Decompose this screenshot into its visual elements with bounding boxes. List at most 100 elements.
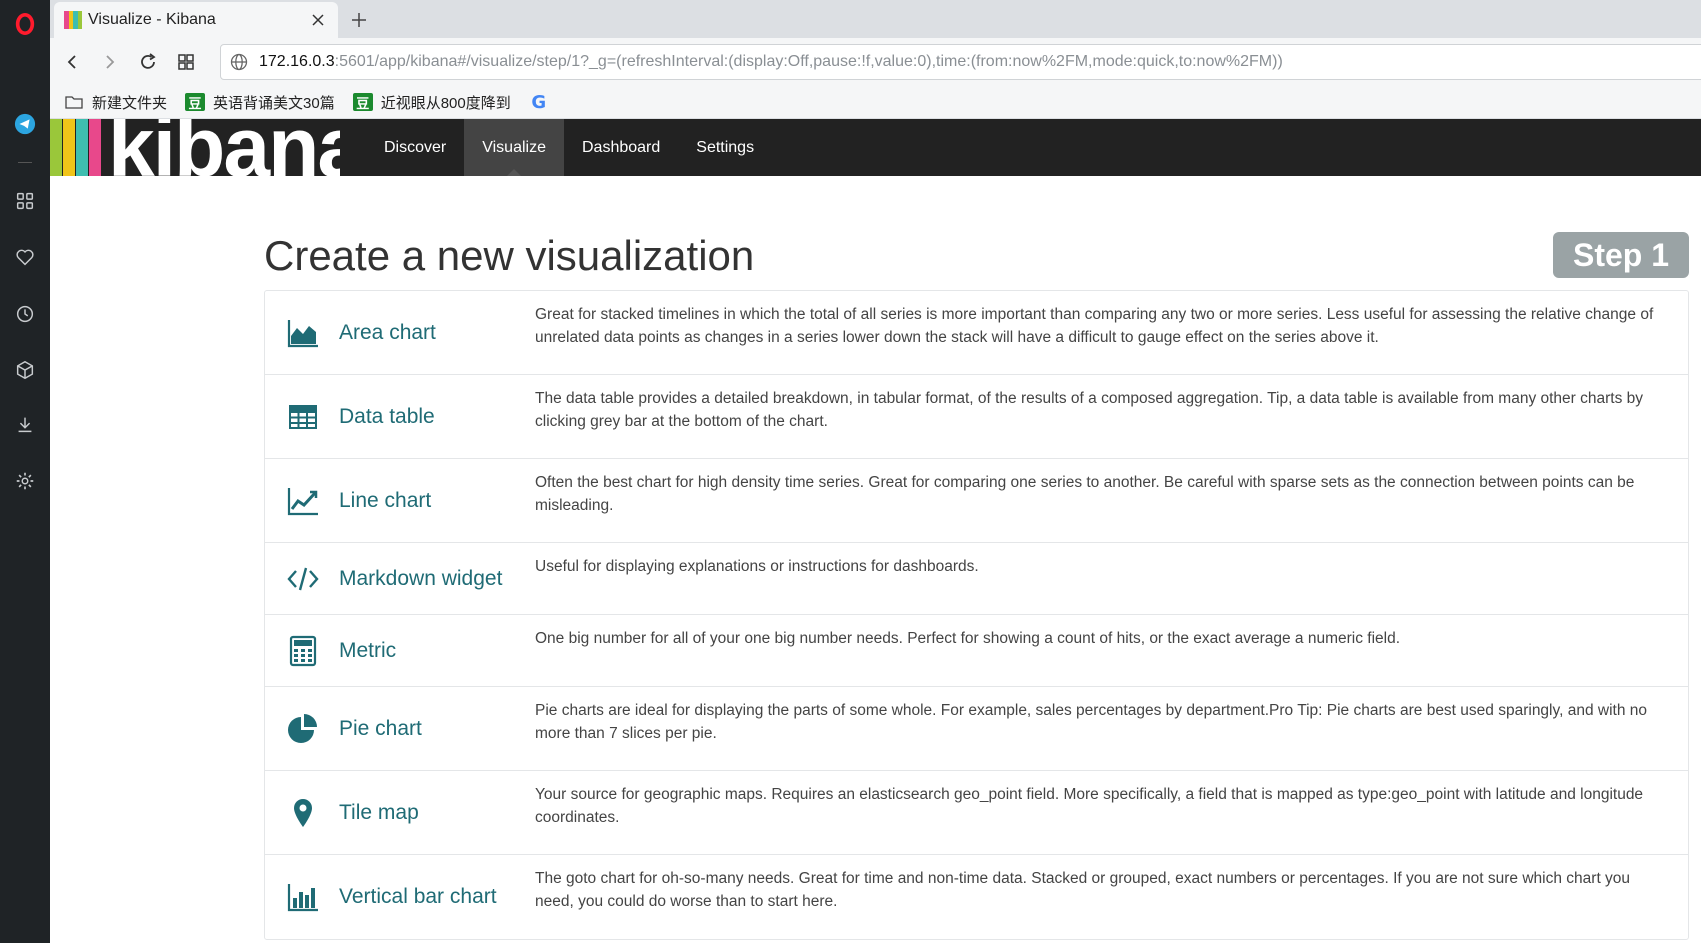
navigation-bar: 172.16.0.3:5601/app/kibana#/visualize/st… [50,38,1701,86]
bookmark-label: 新建文件夹 [92,94,168,112]
telegram-button[interactable] [0,104,50,144]
address-bar[interactable]: 172.16.0.3:5601/app/kibana#/visualize/st… [220,44,1701,80]
sidebar-divider [18,162,32,163]
visualization-type-list: Area chart Great for stacked timelines i… [264,290,1689,940]
vis-type-name: Vertical bar chart [339,885,497,908]
kibana-nav: Discover Visualize Dashboard Settings [366,119,772,176]
forward-button[interactable] [96,48,124,76]
folder-icon [64,93,84,111]
url-text: 172.16.0.3:5601/app/kibana#/visualize/st… [259,53,1283,71]
extensions-button[interactable] [0,350,50,390]
nav-discover[interactable]: Discover [366,119,464,176]
reload-button[interactable] [134,48,162,76]
download-icon [18,417,32,433]
page-title: Create a new visualization [264,232,755,279]
vis-type-name: Area chart [339,320,436,344]
url-host: 172.16.0.3 [259,53,335,70]
bookmark-item[interactable]: G [529,91,557,113]
calculator-icon [285,633,321,669]
vis-type-area-chart[interactable]: Area chart Great for stacked timelines i… [265,291,1688,375]
vis-type-description: Your source for geographic maps. Require… [535,786,1644,826]
vis-type-description: The data table provides a detailed break… [535,390,1644,430]
vis-type-line-chart[interactable]: Line chart Often the best chart for high… [265,459,1688,543]
vis-type-vertical-bar-chart[interactable]: Vertical bar chart The goto chart for oh… [265,855,1688,939]
vis-type-description: One big number for all of your one big n… [535,630,1401,647]
vis-type-name: Data table [339,404,435,428]
vis-type-header: Markdown widget [265,543,535,614]
tab-close-button[interactable] [308,10,328,30]
vis-type-metric[interactable]: Metric One big number for all of your on… [265,615,1688,687]
bookmarks-button[interactable] [0,237,50,277]
settings-button[interactable] [0,461,50,501]
vis-type-header: Data table [265,375,535,458]
history-button[interactable] [0,294,50,334]
douban-icon: 豆 [352,93,373,111]
gear-icon [16,472,34,490]
heart-icon [16,249,34,266]
vis-type-name: Markdown widget [339,566,503,590]
opera-logo-icon [15,13,35,35]
kibana-logo[interactable]: kibana [50,119,340,176]
grid-icon [178,54,194,70]
step-badge: Step 1 [1552,232,1689,278]
vis-type-tile-map[interactable]: Tile map Your source for geographic maps… [265,771,1688,855]
vis-type-header: Tile map [265,771,535,854]
vis-type-header: Metric [265,615,535,686]
douban-icon: 豆 [185,93,206,111]
telegram-icon [14,113,36,135]
speed-dial-button[interactable] [0,181,50,221]
bar-chart-icon [285,879,321,915]
browser-tab[interactable]: Visualize - Kibana [54,2,338,38]
kibana-wordmark: kibana [108,119,340,176]
globe-icon [230,53,248,71]
bookmark-item[interactable]: 豆 英语背诵美文30篇 [185,92,335,113]
bookmark-label: 近视眼从800度降到 [380,94,511,112]
code-icon [285,561,321,597]
back-button[interactable] [58,48,86,76]
vis-type-name: Pie chart [339,716,422,740]
vis-type-header: Pie chart [265,687,535,770]
vis-type-markdown-widget[interactable]: Markdown widget Useful for displaying ex… [265,543,1688,615]
kibana-header: kibana Discover Visualize Dashboard Sett… [50,119,1701,176]
vis-type-description: Often the best chart for high density ti… [535,474,1635,514]
url-path: :5601/app/kibana#/visualize/step/1?_g=(r… [334,53,1283,70]
vis-type-description: Great for stacked timelines in which the… [535,306,1654,346]
vis-type-pie-chart[interactable]: Pie chart Pie charts are ideal for displ… [265,687,1688,771]
opera-menu-button[interactable] [0,4,50,44]
google-icon: G [531,91,547,113]
bookmarks-bar: 新建文件夹 豆 英语背诵美文30篇 豆 近视眼从800度降到 G [50,86,1701,119]
vis-type-description: The goto chart for oh-so-many needs. Gre… [535,870,1631,910]
nav-dashboard[interactable]: Dashboard [564,119,678,176]
pie-chart-icon [285,711,321,747]
grid-icon [16,192,34,210]
clock-icon [16,305,34,323]
plus-icon [352,13,366,27]
vis-type-header: Line chart [265,459,535,542]
data-table-icon [285,399,321,435]
close-icon [312,14,324,26]
vis-type-header: Area chart [265,291,535,374]
tab-strip: Visualize - Kibana [50,0,1701,38]
vis-type-name: Line chart [339,488,432,512]
kibana-favicon-icon [64,11,82,29]
nav-settings[interactable]: Settings [678,119,772,176]
vis-type-description: Useful for displaying explanations or in… [535,558,979,575]
cube-icon [16,360,34,380]
reload-icon [141,53,156,69]
vis-type-header: Vertical bar chart [265,855,535,939]
bookmark-label: 英语背诵美文30篇 [213,94,335,112]
vis-type-name: Tile map [339,800,419,824]
bookmark-item[interactable]: 豆 近视眼从800度降到 [352,92,511,113]
tab-title: Visualize - Kibana [88,11,216,28]
nav-visualize[interactable]: Visualize [464,119,564,176]
downloads-button[interactable] [0,405,50,445]
vis-type-data-table[interactable]: Data table The data table provides a det… [265,375,1688,459]
opera-sidebar [0,0,50,943]
arrow-left-icon [67,55,76,69]
bookmark-folder[interactable]: 新建文件夹 [64,92,167,113]
tab-grid-button[interactable] [172,48,200,76]
new-tab-button[interactable] [346,7,372,33]
map-marker-icon [285,795,321,831]
kibana-logo-bars [50,119,102,176]
line-chart-icon [285,483,321,519]
